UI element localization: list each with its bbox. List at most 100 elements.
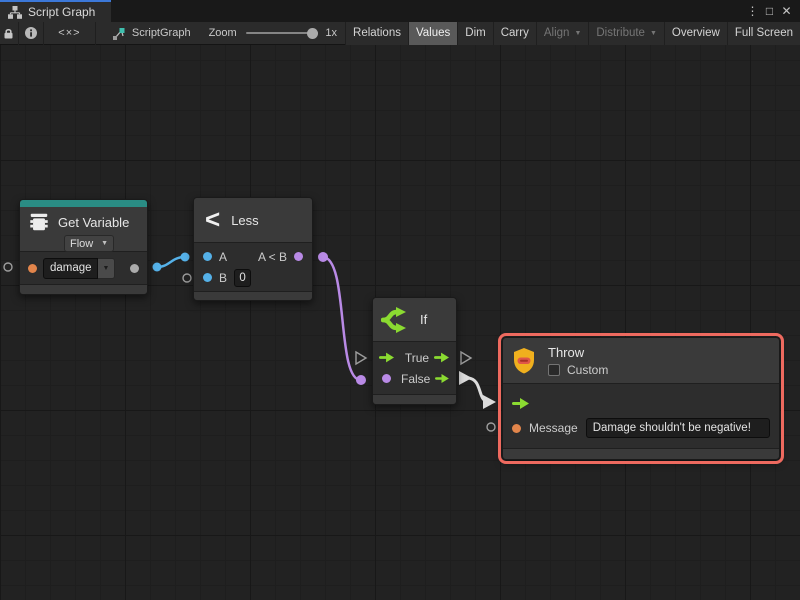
unconnected-port-circle[interactable] — [487, 423, 495, 431]
lock-button[interactable] — [0, 22, 19, 45]
chevron-down-icon: ▼ — [101, 240, 108, 247]
flow-in-arrow-icon[interactable] — [512, 398, 530, 409]
port-label: A — [219, 250, 227, 264]
chevron-down-icon: ▼ — [574, 30, 581, 37]
graph-toolbar: <×> ScriptGraph Zoom 1x Relations Values… — [0, 22, 800, 45]
node-title: Get Variable — [58, 215, 129, 230]
window-controls: ⋮ □ ✕ — [744, 0, 800, 22]
node-header: Throw Custom — [503, 338, 779, 384]
dim-button[interactable]: Dim — [458, 22, 492, 45]
node-body: Message Damage shouldn't be negative! — [503, 384, 779, 448]
flow-wire-arrowhead[interactable] — [483, 395, 496, 409]
string-port-icon[interactable] — [28, 264, 37, 273]
bool-port-icon[interactable] — [294, 252, 303, 261]
node-body: A A < B B 0 — [194, 243, 312, 291]
code-view-button[interactable]: <×> — [44, 22, 96, 45]
variable-name-dropdown[interactable]: damage ▼ — [43, 258, 115, 279]
variable-icon — [28, 211, 50, 233]
port-row-true: True — [373, 347, 456, 368]
unconnected-port-circle[interactable] — [4, 263, 12, 271]
toolbar-button-group: Relations Values Dim Carry Align ▼ Distr… — [345, 22, 800, 45]
lock-icon — [3, 27, 14, 40]
breadcrumb[interactable]: ScriptGraph — [112, 27, 191, 40]
wire-result-to-condition[interactable] — [323, 257, 361, 380]
zoom-label: Zoom — [209, 27, 237, 39]
node-header: If — [373, 298, 456, 342]
tab-title: Script Graph — [28, 5, 95, 19]
object-port-icon[interactable] — [130, 264, 139, 273]
node-title: If — [420, 312, 427, 327]
unconnected-port-circle[interactable] — [183, 274, 191, 282]
flow-in-arrow-icon[interactable] — [379, 352, 395, 363]
node-body: damage ▼ — [20, 252, 147, 284]
branch-icon — [381, 307, 411, 333]
zoom-slider-thumb[interactable] — [307, 28, 318, 39]
port-row-false: False — [373, 368, 456, 389]
distribute-button[interactable]: Distribute ▼ — [589, 22, 664, 45]
unconnected-flow-triangle[interactable] — [356, 352, 366, 364]
node-body: True False — [373, 342, 456, 394]
overview-button[interactable]: Overview — [665, 22, 727, 45]
port-row-b: B 0 — [194, 267, 312, 288]
b-value-field[interactable]: 0 — [234, 269, 251, 287]
wire-false-to-throw[interactable] — [468, 378, 489, 402]
node-title: Throw — [548, 345, 608, 360]
variable-name-dropdown-button[interactable]: ▼ — [98, 258, 115, 279]
tab-script-graph[interactable]: Script Graph — [0, 0, 111, 22]
menu-icon[interactable]: ⋮ — [744, 2, 761, 20]
graph-icon — [8, 6, 22, 19]
node-less[interactable]: < Less A A < B B 0 — [193, 197, 313, 301]
inspect-button[interactable] — [19, 22, 44, 45]
wire-endpoint[interactable] — [318, 252, 328, 262]
custom-label: Custom — [567, 363, 608, 377]
node-footer — [373, 394, 456, 404]
node-header: < Less — [194, 198, 312, 243]
breadcrumb-label: ScriptGraph — [132, 27, 191, 39]
port-row-a: A A < B — [194, 246, 312, 267]
node-header: Get Variable Flow ▼ — [20, 207, 147, 252]
string-port-icon[interactable] — [512, 424, 521, 433]
close-icon[interactable]: ✕ — [778, 2, 795, 20]
script-graph-icon — [112, 27, 125, 40]
node-footer — [503, 448, 779, 459]
relations-button[interactable]: Relations — [346, 22, 408, 45]
result-label: A < B — [258, 250, 287, 264]
bool-port-icon[interactable] — [382, 374, 391, 383]
wire-endpoint[interactable] — [356, 375, 366, 385]
code-icon: <×> — [58, 27, 80, 39]
less-icon: < — [205, 206, 220, 232]
align-button[interactable]: Align ▼ — [537, 22, 589, 45]
node-throw[interactable]: Throw Custom Message Damage shouldn't be… — [502, 337, 780, 460]
wire-endpoint[interactable] — [181, 253, 190, 262]
carry-button[interactable]: Carry — [494, 22, 536, 45]
port-label: B — [219, 271, 227, 285]
node-get-variable[interactable]: Get Variable Flow ▼ damage ▼ — [19, 199, 148, 295]
maximize-icon[interactable]: □ — [761, 2, 778, 20]
flow-out-arrow-icon[interactable] — [434, 352, 450, 363]
chevron-down-icon: ▼ — [650, 30, 657, 37]
wire-endpoint[interactable] — [153, 263, 162, 272]
flow-out-arrow-icon[interactable] — [435, 373, 450, 384]
zoom-value: 1x — [325, 27, 337, 39]
full-screen-button[interactable]: Full Screen — [728, 22, 800, 45]
node-if[interactable]: If True False — [372, 297, 457, 405]
variable-name-field[interactable]: damage — [43, 258, 98, 279]
message-field[interactable]: Damage shouldn't be negative! — [586, 418, 770, 438]
custom-checkbox[interactable] — [548, 364, 560, 376]
flow-wire-arrowhead[interactable] — [459, 371, 472, 385]
zoom-slider[interactable] — [246, 32, 319, 34]
variable-kind-dropdown[interactable]: Flow ▼ — [64, 235, 114, 252]
shield-icon — [512, 347, 536, 374]
variable-kind-bar — [20, 200, 147, 207]
node-footer — [194, 291, 312, 300]
wire-damage-to-a[interactable] — [157, 257, 185, 267]
chevron-down-icon: ▼ — [103, 265, 110, 272]
info-icon — [25, 27, 37, 39]
unconnected-flow-triangle[interactable] — [461, 352, 471, 364]
values-button[interactable]: Values — [409, 22, 457, 45]
graph-canvas[interactable]: Get Variable Flow ▼ damage ▼ < Less — [0, 45, 800, 600]
message-label: Message — [529, 421, 578, 435]
port-label: False — [401, 372, 430, 386]
value-port-icon[interactable] — [203, 252, 212, 261]
value-port-icon[interactable] — [203, 273, 212, 282]
